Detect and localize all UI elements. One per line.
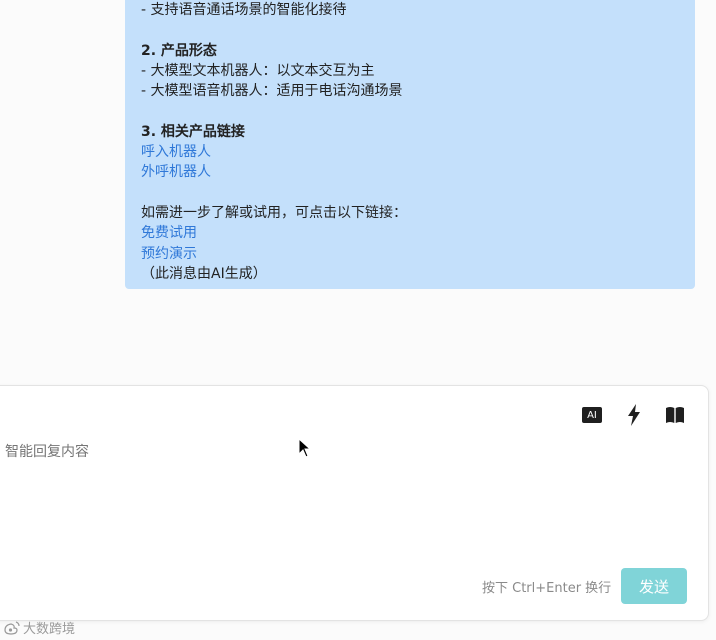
watermark-text: 大数跨境 [23, 622, 76, 637]
message-line: - 大模型文本机器人：以文本交互为主 [141, 62, 375, 79]
link-outbound-robot[interactable]: 外呼机器人 [141, 162, 679, 182]
section-title: 3. 相关产品链接 [141, 123, 245, 140]
send-button[interactable]: 发送 [621, 568, 687, 604]
link-book-demo[interactable]: 预约演示 [141, 244, 679, 264]
reply-composer: AI 按下 Ctrl+Enter 换行 发送 [0, 385, 709, 621]
section-title: 2. 产品形态 [141, 42, 217, 59]
reply-input[interactable] [3, 442, 567, 460]
watermark: 大数跨境 [3, 618, 75, 637]
link-inbound-robot[interactable]: 呼入机器人 [141, 142, 679, 162]
mouse-cursor-icon [298, 438, 312, 458]
shortcut-hint: 按下 Ctrl+Enter 换行 [482, 581, 612, 596]
message-line: 如需进一步了解或试用，可点击以下链接： [141, 204, 407, 221]
ai-generated-note: （此消息由AI生成） [141, 265, 267, 282]
ai-message-bubble: - 支持语音通话场景的智能化接待 2. 产品形态 - 大模型文本机器人：以文本交… [125, 0, 695, 289]
weibo-icon [4, 620, 20, 635]
message-line: - 大模型语音机器人：适用于电话沟通场景 [141, 83, 403, 100]
message-line: - 支持语音通话场景的智能化接待 [141, 2, 347, 18]
book-icon[interactable] [665, 404, 685, 426]
ai-icon[interactable]: AI [582, 407, 602, 423]
lightning-icon[interactable] [625, 403, 643, 427]
link-free-trial[interactable]: 免费试用 [141, 223, 679, 243]
ai-button-label: AI [587, 409, 597, 421]
